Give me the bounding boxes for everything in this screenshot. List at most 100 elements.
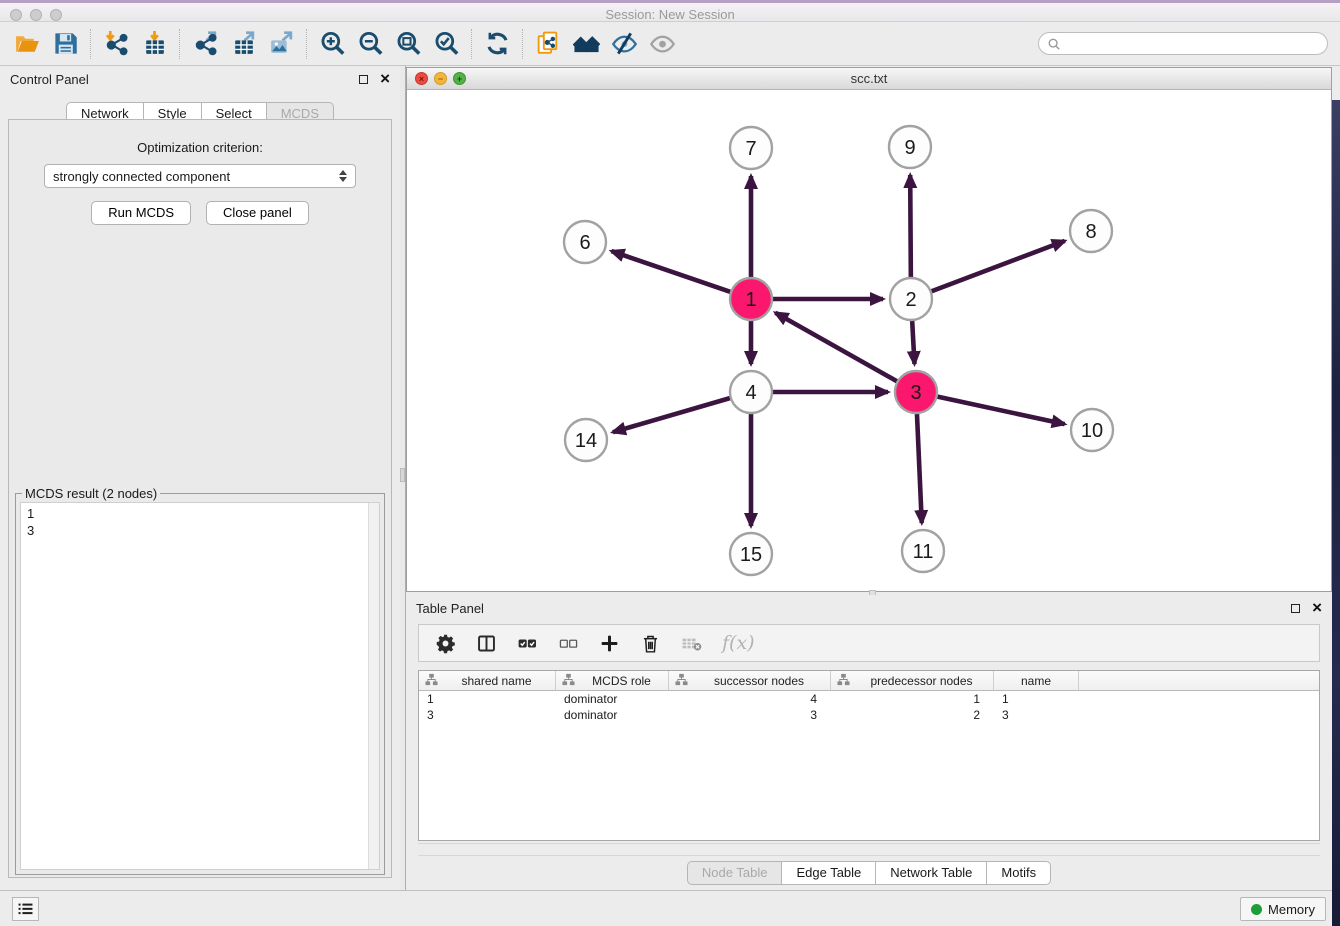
edge-1-6[interactable] bbox=[611, 251, 730, 292]
edge-4-14[interactable] bbox=[613, 398, 730, 432]
graph-node-10[interactable]: 10 bbox=[1071, 409, 1113, 451]
table-cell[interactable]: 3 bbox=[419, 707, 556, 723]
tab-edge-table[interactable]: Edge Table bbox=[782, 861, 876, 885]
show-all-icon[interactable] bbox=[643, 27, 681, 61]
column-header-MCDS-role[interactable]: MCDS role bbox=[556, 671, 669, 690]
select-all-columns-icon[interactable] bbox=[517, 633, 538, 654]
svg-text:6: 6 bbox=[579, 232, 590, 254]
apply-layout-icon[interactable] bbox=[478, 27, 516, 61]
network-canvas[interactable]: 7 9 6 8 1 2 4 3 14 10 15 11 bbox=[407, 90, 1331, 591]
criterion-dropdown[interactable]: strongly connected component bbox=[44, 164, 356, 188]
import-network-icon[interactable] bbox=[97, 27, 135, 61]
export-image-icon[interactable] bbox=[262, 27, 300, 61]
column-header-predecessor-nodes[interactable]: predecessor nodes bbox=[831, 671, 994, 690]
network-view-window: × − + scc.txt 7 9 6 8 1 2 4 3 14 10 15 11 bbox=[406, 67, 1332, 592]
table-row[interactable]: 1dominator411 bbox=[419, 691, 1319, 707]
divider-grip[interactable] bbox=[400, 468, 405, 482]
criterion-value: strongly connected component bbox=[53, 169, 339, 184]
graph-node-2[interactable]: 2 bbox=[890, 278, 932, 320]
svg-text:3: 3 bbox=[910, 382, 921, 404]
edge-2-3[interactable] bbox=[912, 321, 914, 364]
svg-text:4: 4 bbox=[745, 382, 756, 404]
edge-3-10[interactable] bbox=[938, 397, 1065, 424]
column-header-successor-nodes[interactable]: successor nodes bbox=[669, 671, 831, 690]
column-header-shared-name[interactable]: shared name bbox=[419, 671, 556, 690]
mcds-result-list[interactable]: 13 bbox=[20, 502, 380, 870]
graph-node-8[interactable]: 8 bbox=[1070, 210, 1112, 252]
zoom-selected-icon[interactable] bbox=[427, 27, 465, 61]
run-mcds-button[interactable]: Run MCDS bbox=[91, 201, 191, 225]
float-table-panel-icon[interactable] bbox=[1291, 604, 1300, 613]
edge-2-8[interactable] bbox=[932, 241, 1065, 291]
create-column-icon[interactable] bbox=[599, 633, 620, 654]
close-panel-button[interactable]: Close panel bbox=[206, 201, 309, 225]
table-scrollbar-track[interactable] bbox=[418, 843, 1320, 856]
toolbar-separator bbox=[90, 29, 91, 59]
export-network-icon[interactable] bbox=[186, 27, 224, 61]
result-scrollbar[interactable] bbox=[368, 503, 379, 869]
float-panel-icon[interactable] bbox=[359, 75, 368, 84]
new-network-from-selection-icon[interactable] bbox=[529, 27, 567, 61]
export-table-icon[interactable] bbox=[224, 27, 262, 61]
column-type-icon bbox=[560, 673, 579, 689]
table-cell[interactable]: 1 bbox=[994, 691, 1079, 707]
close-panel-icon[interactable]: × bbox=[380, 72, 390, 86]
table-cell[interactable]: 2 bbox=[831, 707, 994, 723]
zoom-fit-icon[interactable] bbox=[389, 27, 427, 61]
table-cell[interactable]: dominator bbox=[556, 707, 669, 723]
memory-button[interactable]: Memory bbox=[1240, 897, 1326, 921]
table-cell[interactable]: 1 bbox=[831, 691, 994, 707]
tab-motifs[interactable]: Motifs bbox=[987, 861, 1051, 885]
mcds-result-item[interactable]: 1 bbox=[27, 505, 379, 522]
save-session-icon[interactable] bbox=[46, 27, 84, 61]
unselect-all-columns-icon[interactable] bbox=[558, 633, 579, 654]
svg-text:1: 1 bbox=[745, 289, 756, 311]
tab-node-table[interactable]: Node Table bbox=[687, 861, 783, 885]
mcds-result-item[interactable]: 3 bbox=[27, 522, 379, 539]
tab-network-table[interactable]: Network Table bbox=[876, 861, 987, 885]
svg-text:15: 15 bbox=[740, 544, 762, 566]
graph-node-1[interactable]: 1 bbox=[730, 278, 772, 320]
first-neighbors-icon[interactable] bbox=[567, 27, 605, 61]
table-row[interactable]: 3dominator323 bbox=[419, 707, 1319, 723]
column-type-icon bbox=[835, 673, 854, 689]
search-input[interactable] bbox=[1061, 36, 1319, 51]
show-columns-icon[interactable] bbox=[476, 633, 497, 654]
graph-node-14[interactable]: 14 bbox=[565, 419, 607, 461]
graph-node-6[interactable]: 6 bbox=[564, 221, 606, 263]
task-history-button[interactable] bbox=[12, 897, 39, 921]
zoom-out-icon[interactable] bbox=[351, 27, 389, 61]
import-table-icon[interactable] bbox=[135, 27, 173, 61]
graph-node-3[interactable]: 3 bbox=[895, 371, 937, 413]
graph-node-15[interactable]: 15 bbox=[730, 533, 772, 575]
graph-node-11[interactable]: 11 bbox=[902, 530, 944, 572]
table-cell[interactable]: 3 bbox=[669, 707, 831, 723]
table-cell[interactable]: dominator bbox=[556, 691, 669, 707]
graph-node-4[interactable]: 4 bbox=[730, 371, 772, 413]
graph-node-9[interactable]: 9 bbox=[889, 126, 931, 168]
svg-text:8: 8 bbox=[1085, 221, 1096, 243]
table-cell[interactable]: 4 bbox=[669, 691, 831, 707]
edge-3-1[interactable] bbox=[775, 313, 896, 381]
edge-3-11[interactable] bbox=[917, 414, 922, 523]
network-window-titlebar[interactable]: × − + scc.txt bbox=[407, 68, 1331, 90]
table-cell[interactable]: 1 bbox=[419, 691, 556, 707]
table-cell[interactable]: 3 bbox=[994, 707, 1079, 723]
hide-selected-icon[interactable] bbox=[605, 27, 643, 61]
search-box[interactable] bbox=[1038, 32, 1328, 55]
close-table-panel-icon[interactable]: × bbox=[1312, 601, 1322, 615]
control-panel: Control Panel × NetworkStyleSelectMCDS O… bbox=[0, 66, 400, 890]
table-panel: Table Panel × f(x) shared nameMCDS roles… bbox=[406, 595, 1332, 890]
column-header-name[interactable]: name bbox=[994, 671, 1079, 690]
toolbar-separator bbox=[306, 29, 307, 59]
open-session-icon[interactable] bbox=[8, 27, 46, 61]
edge-2-9[interactable] bbox=[910, 175, 911, 277]
app-titlebar: Session: New Session bbox=[0, 0, 1340, 22]
table-options-icon[interactable] bbox=[435, 633, 456, 654]
delete-columns-icon[interactable] bbox=[640, 633, 661, 654]
zoom-in-icon[interactable] bbox=[313, 27, 351, 61]
table-panel-title: Table Panel bbox=[416, 601, 484, 616]
svg-text:14: 14 bbox=[575, 430, 597, 452]
graph-node-7[interactable]: 7 bbox=[730, 127, 772, 169]
svg-text:7: 7 bbox=[745, 138, 756, 160]
